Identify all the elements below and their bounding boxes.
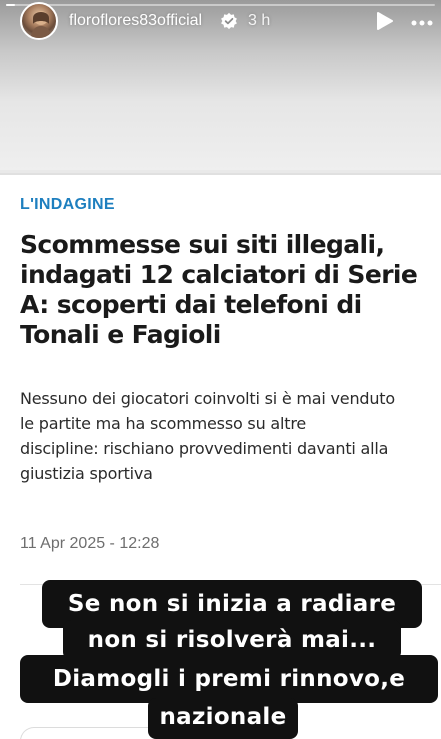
play-icon[interactable] <box>374 11 394 31</box>
story-caption-line: nazionale <box>148 698 298 739</box>
summary-line: discipline: rischiano provvedimenti dava… <box>20 439 389 458</box>
article-summary: Nessuno dei giocatori coinvolti si è mai… <box>20 386 441 486</box>
avatar-image <box>30 11 52 38</box>
more-options-icon[interactable] <box>411 20 433 26</box>
headline-line: A: scoperti dai telefoni di <box>20 290 362 319</box>
headline-line: Tonali e Fagioli <box>20 320 221 349</box>
article-date: 11 Apr 2025 - 12:28 <box>20 535 160 552</box>
story-caption-line: Diamogli i premi rinnovo,e <box>20 655 438 703</box>
avatar[interactable] <box>20 2 58 40</box>
article-headline: Scommesse sui siti illegali, indagati 12… <box>20 230 435 350</box>
story-timestamp: 3 h <box>248 12 271 29</box>
verified-badge-icon <box>221 12 237 30</box>
summary-line: Nessuno dei giocatori coinvolti si è mai… <box>20 389 395 408</box>
headline-line: Scommesse sui siti illegali, <box>20 230 385 259</box>
headline-line: indagati 12 calciatori di Serie <box>20 260 418 289</box>
summary-line: giustizia sportiva <box>20 464 153 483</box>
summary-line: le partite ma ha scommesso su altre <box>20 414 306 433</box>
story-header: floroflores83official 3 h <box>0 0 441 44</box>
username[interactable]: floroflores83official <box>69 12 202 30</box>
story-caption-line: non si risolverà mai... <box>63 620 401 660</box>
article-section-label: L'INDAGINE <box>20 196 115 213</box>
